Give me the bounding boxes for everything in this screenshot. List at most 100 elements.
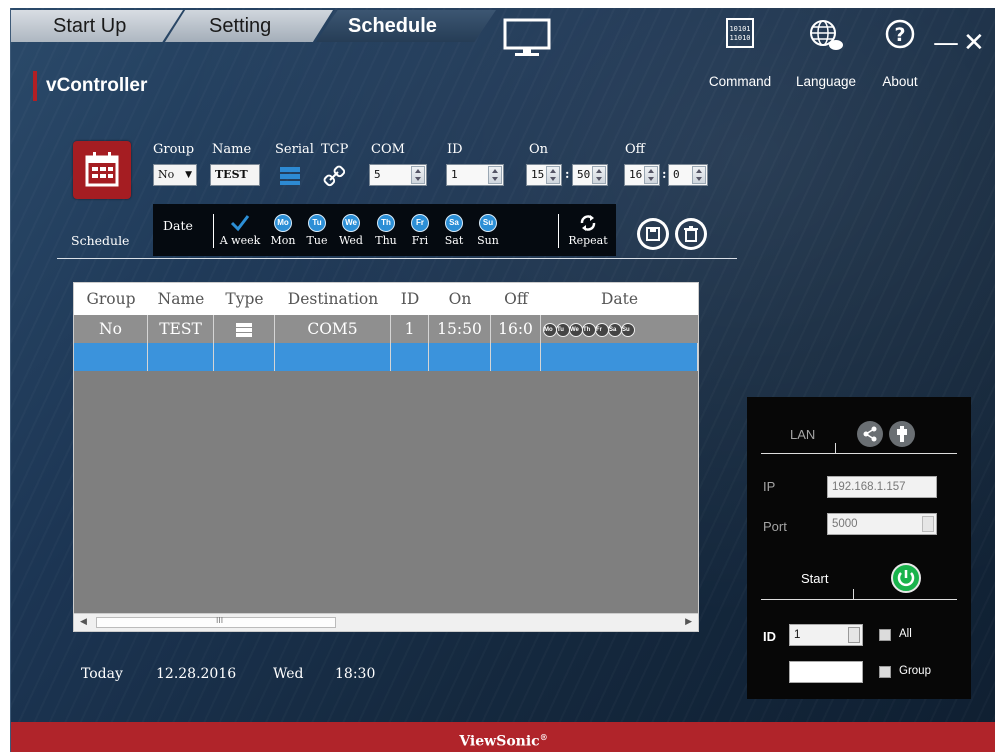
column-header[interactable]: On	[429, 283, 491, 315]
wednesday-icon: We	[342, 214, 360, 232]
name-field[interactable]: TEST	[210, 164, 260, 186]
day-tuesday[interactable]: Tu Tue	[299, 214, 335, 247]
current-weekday: Wed	[273, 666, 304, 682]
column-header[interactable]: Group	[74, 283, 148, 315]
day-friday[interactable]: Fr Fri	[402, 214, 438, 247]
lan-title: LAN	[790, 427, 816, 442]
day-sunday[interactable]: Su Sun	[470, 214, 506, 247]
language-label: Language	[795, 74, 857, 89]
svg-text:10101: 10101	[729, 25, 750, 33]
a-week-toggle[interactable]: A week	[217, 214, 263, 247]
on-hour-stepper[interactable]: 15	[526, 164, 562, 186]
column-header[interactable]: Name	[148, 283, 214, 315]
scrollbar-thumb[interactable]: III	[96, 616, 336, 628]
day-monday[interactable]: Mo Mon	[265, 214, 301, 247]
serial-icon[interactable]	[279, 166, 301, 186]
stepper-arrows-icon[interactable]	[644, 166, 658, 184]
delete-button[interactable]	[675, 218, 707, 250]
footer-brand-bar: ViewSonic®	[11, 722, 995, 752]
table-row[interactable]: No TEST COM5 1 15:50 16:0 Mo Tu We Th Fr Sa Su	[74, 315, 698, 343]
tab-setting[interactable]: Setting	[165, 10, 333, 42]
divider	[213, 214, 214, 248]
group-label: Group	[899, 665, 931, 677]
stepper-arrows-icon[interactable]	[546, 166, 560, 184]
disconnect-button[interactable]	[889, 421, 915, 447]
all-checkbox[interactable]	[879, 629, 891, 641]
day-selector-bar: Date A week Mo Mon Tu Tue We Wed Th Thu Fr Fr…	[153, 204, 616, 256]
column-header[interactable]: Off	[491, 283, 541, 315]
group-cell	[74, 343, 148, 371]
divider	[558, 214, 559, 248]
share-icon	[863, 426, 877, 442]
group-field[interactable]	[789, 661, 863, 683]
date-cell	[541, 343, 698, 371]
time-colon: :	[662, 167, 667, 181]
friday-icon: Fr	[595, 323, 609, 337]
sunday-icon: Su	[621, 323, 635, 337]
power-button[interactable]	[891, 563, 921, 593]
column-header[interactable]: ID	[391, 283, 429, 315]
column-header[interactable]: Destination	[275, 283, 391, 315]
day-saturday[interactable]: Sa Sat	[436, 214, 472, 247]
tab-schedule[interactable]: Schedule	[316, 10, 496, 42]
stepper-arrows-icon[interactable]	[488, 166, 502, 184]
command-label: Command	[708, 74, 772, 89]
tuesday-icon: Tu	[308, 214, 326, 232]
tcp-link-icon[interactable]	[323, 165, 345, 187]
serial-header: Serial	[275, 142, 314, 157]
share-button[interactable]	[857, 421, 883, 447]
tuesday-icon: Tu	[556, 323, 570, 337]
lan-panel: LAN IP 192.168.1.157 Port 5000 Start ID …	[747, 397, 971, 699]
serial-icon	[236, 323, 252, 337]
time-colon: :	[565, 167, 570, 181]
monitor-icon[interactable]	[501, 16, 553, 60]
group-checkbox[interactable]	[879, 666, 891, 678]
stepper-arrows-icon[interactable]	[592, 166, 606, 184]
id-header: ID	[447, 142, 463, 157]
monday-icon: Mo	[274, 214, 292, 232]
type-cell	[214, 343, 275, 371]
column-header[interactable]: Type	[214, 283, 275, 315]
stepper-arrows-icon[interactable]	[411, 166, 425, 184]
thursday-icon: Th	[377, 214, 395, 232]
current-time: 18:30	[335, 666, 376, 682]
stepper-arrows-icon[interactable]	[922, 516, 934, 532]
lan-id-stepper[interactable]: 1	[789, 624, 863, 646]
scroll-right-icon[interactable]: ▶	[685, 617, 692, 627]
close-icon[interactable]: ✕	[963, 30, 985, 56]
on-cell: 15:50	[429, 315, 491, 343]
off-hour-stepper[interactable]: 16	[624, 164, 660, 186]
off-minute-stepper[interactable]: 0	[668, 164, 708, 186]
top-right-toolbar: 10101 11010 Command Language ? About — ✕	[705, 18, 995, 98]
day-wednesday[interactable]: We Wed	[333, 214, 369, 247]
stepper-arrows-icon[interactable]	[692, 166, 706, 184]
save-button[interactable]	[637, 218, 669, 250]
on-cell	[429, 343, 491, 371]
plug-icon	[897, 426, 907, 442]
horizontal-scrollbar[interactable]: ◀ III ▶	[74, 613, 698, 631]
name-header: Name	[212, 142, 252, 157]
scroll-left-icon[interactable]: ◀	[80, 617, 87, 627]
tab-bar: Start Up Setting Schedule	[11, 8, 531, 44]
chevron-down-icon: ▼	[185, 170, 192, 180]
trash-icon	[684, 226, 698, 242]
com-stepper[interactable]: 5	[369, 164, 427, 186]
off-header: Off	[625, 142, 645, 157]
port-field[interactable]: 5000	[827, 513, 937, 535]
minimize-icon[interactable]: —	[933, 30, 959, 56]
on-minute-stepper[interactable]: 50	[572, 164, 608, 186]
stepper-arrows-icon[interactable]	[848, 627, 860, 643]
app-window: Start Up Setting Schedule vController 10…	[10, 8, 995, 752]
tab-start-up[interactable]: Start Up	[11, 10, 183, 42]
ip-field[interactable]: 192.168.1.157	[827, 476, 937, 498]
table-row-selected[interactable]	[74, 343, 698, 371]
column-header[interactable]: Date	[541, 283, 698, 315]
wednesday-icon: We	[569, 323, 583, 337]
date-label: Date	[163, 218, 193, 233]
day-thursday[interactable]: Th Thu	[368, 214, 404, 247]
type-cell	[214, 315, 275, 343]
friday-icon: Fr	[411, 214, 429, 232]
repeat-toggle[interactable]: Repeat	[565, 214, 611, 247]
id-stepper[interactable]: 1	[446, 164, 504, 186]
group-select[interactable]: No ▼	[153, 164, 197, 186]
